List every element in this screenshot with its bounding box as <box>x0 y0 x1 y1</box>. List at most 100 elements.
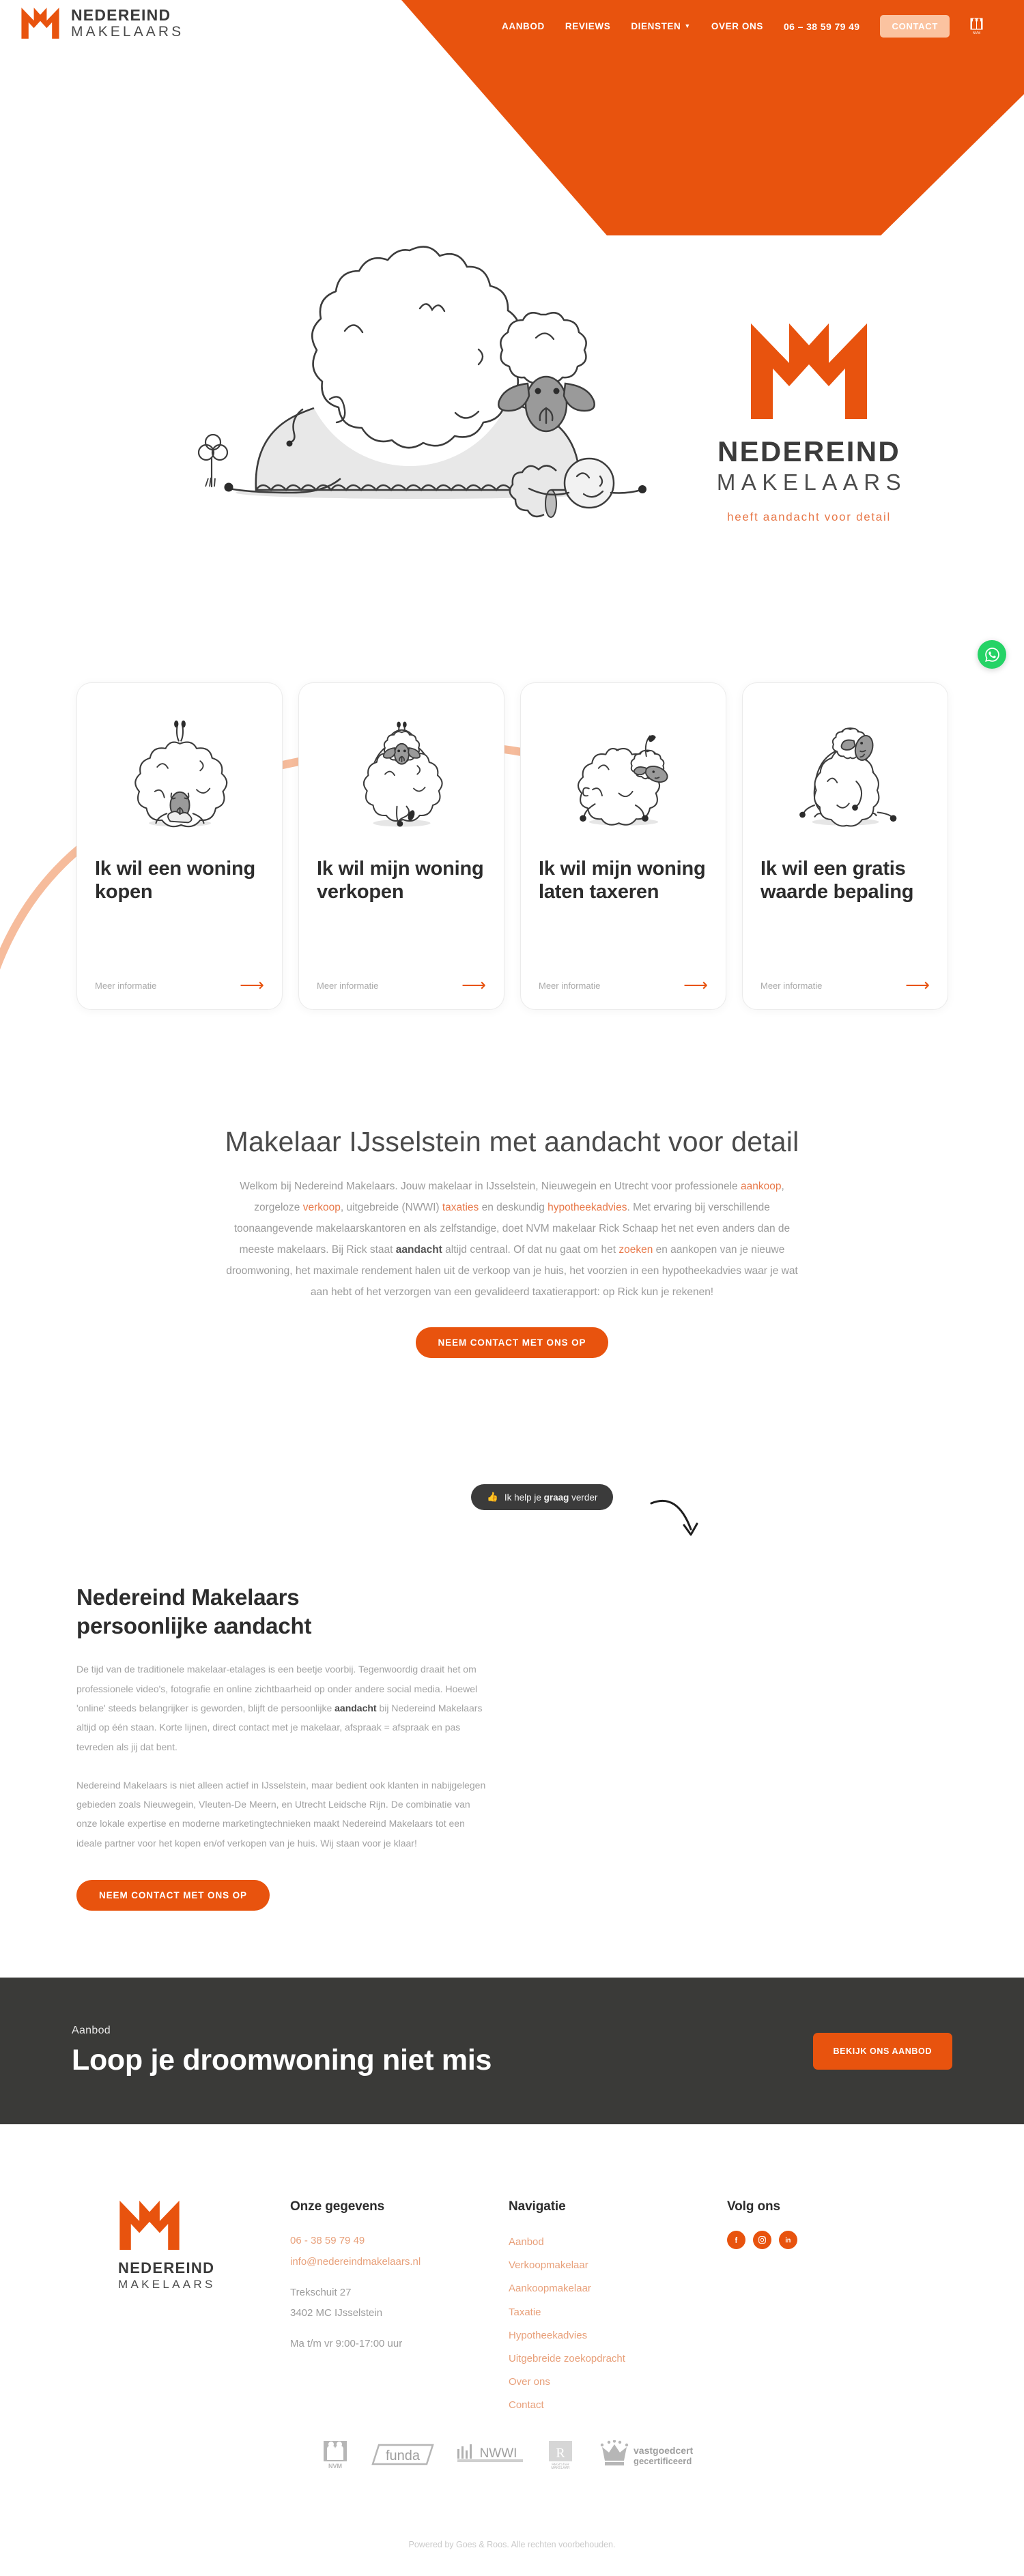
card-title: Ik wil mijn woning laten taxeren <box>539 858 706 903</box>
thumbs-up-icon: 👍 <box>487 1492 498 1502</box>
svg-text:R: R <box>556 2446 565 2461</box>
intro-paragraph: Welkom bij Nedereind Makelaars. Jouw mak… <box>218 1176 806 1303</box>
logo-name: NEDEREIND <box>71 6 171 24</box>
whatsapp-icon <box>984 647 999 662</box>
card-footer[interactable]: Meer informatie ⟶ <box>95 968 264 994</box>
hero-brand-name: NEDEREIND <box>717 435 901 467</box>
text-run: en deskundig <box>479 1202 548 1213</box>
hero-brand-lockup: NEDEREIND MAKELAARS heeft aandacht voor … <box>672 321 945 524</box>
nav-label: AANBOD <box>502 21 545 31</box>
service-card-kopen[interactable]: Ik wil een woning kopen Meer informatie … <box>76 682 283 1010</box>
card-footer[interactable]: Meer informatie ⟶ <box>539 968 708 994</box>
card-title: Ik wil mijn woning verkopen <box>317 858 484 903</box>
footer-heading-navigatie: Navigatie <box>509 2199 566 2214</box>
card-more-label: Meer informatie <box>317 981 379 991</box>
nwwi-logo: NWWI <box>457 2444 523 2462</box>
nav-label: REVIEWS <box>565 21 611 31</box>
curved-arrow-icon <box>650 1499 698 1536</box>
nav-phone-number[interactable]: 06 – 38 59 79 49 <box>784 21 860 32</box>
footer-nav-link[interactable]: Contact <box>509 2394 727 2417</box>
card-illustration-sheep-measuring <box>539 702 708 851</box>
hero-sheep-illustration <box>147 225 652 519</box>
nav-label: OVER ONS <box>711 21 763 31</box>
emphasis-text: aandacht <box>395 1244 442 1256</box>
chat-help-bubble[interactable]: 👍 Ik help je graag verder <box>471 1484 614 1510</box>
site-footer: NEDEREIND MAKELAARS Onze gegevens 06 - 3… <box>0 2124 1024 2576</box>
arrow-right-icon: ⟶ <box>240 976 264 995</box>
about-title-line1: Nedereind Makelaars <box>76 1584 300 1610</box>
inline-link[interactable]: aankoop <box>741 1181 781 1192</box>
nav-item-over-ons[interactable]: OVER ONS <box>711 21 763 31</box>
service-card-waardebepaling[interactable]: Ik wil een gratis waarde bepaling Meer i… <box>742 682 948 1010</box>
card-more-label: Meer informatie <box>760 981 823 991</box>
nav-label: DIENSTEN <box>631 21 681 31</box>
footer-column-volg-ons: Volg ons <box>727 2199 945 2418</box>
nav-item-reviews[interactable]: REVIEWS <box>565 21 610 31</box>
card-title: Ik wil een gratis waarde bepaling <box>760 858 914 903</box>
nvm-icon[interactable]: NVM <box>970 18 983 35</box>
about-cta-button[interactable]: NEEM CONTACT MET ONS OP <box>76 1879 270 1911</box>
banner-cta-button[interactable]: BEKIJK ONS AANBOD <box>812 2032 952 2070</box>
svg-text:gecertificeerd: gecertificeerd <box>634 2456 692 2466</box>
whatsapp-float-button[interactable] <box>978 640 1006 669</box>
inline-link[interactable]: taxaties <box>442 1202 479 1213</box>
svg-text:NWWI: NWWI <box>480 2446 517 2461</box>
nedereind-logo-mark <box>751 323 867 419</box>
footer-nav-link[interactable]: Aanbod <box>509 2231 727 2254</box>
footer-nav-link[interactable]: Taxatie <box>509 2301 727 2324</box>
intro-cta-button[interactable]: NEEM CONTACT MET ONS OP <box>415 1327 609 1358</box>
service-card-taxeren[interactable]: Ik wil mijn woning laten taxeren Meer in… <box>520 682 726 1010</box>
card-more-label: Meer informatie <box>95 981 157 991</box>
about-paragraph-2: Nedereind Makelaars is niet alleen actie… <box>76 1779 486 1849</box>
nav-item-aanbod[interactable]: AANBOD <box>502 21 545 31</box>
footer-email[interactable]: info@nedereindmakelaars.nl <box>290 2252 509 2273</box>
service-card-verkopen[interactable]: Ik wil mijn woning verkopen Meer informa… <box>298 682 504 1010</box>
card-footer[interactable]: Meer informatie ⟶ <box>760 968 930 994</box>
card-illustration-sheep-dancing <box>317 702 486 851</box>
funda-logo: funda <box>371 2444 434 2465</box>
footer-nav-link[interactable]: Uitgebreide zoekopdracht <box>509 2347 727 2371</box>
footer-heading-gegevens: Onze gegevens <box>290 2199 385 2214</box>
nav-contact-button[interactable]: CONTACT <box>880 15 950 38</box>
instagram-icon[interactable] <box>753 2231 771 2249</box>
footer-nav-link[interactable]: Hypotheekadvies <box>509 2324 727 2347</box>
chevron-down-icon: ▼ <box>684 23 691 29</box>
footer-column-gegevens: Onze gegevens 06 - 38 59 79 49 info@nede… <box>290 2199 509 2418</box>
svg-text:vastgoedcert: vastgoedcert <box>634 2445 693 2456</box>
chat-text: Ik help je graag verder <box>504 1492 598 1503</box>
card-illustration-sheep-sitting <box>760 702 930 851</box>
intro-section: Makelaar IJsselstein met aandacht voor d… <box>0 1126 1024 1358</box>
vastgoedcert-logo: vastgoedcert gecertificeerd <box>600 2440 693 2466</box>
linkedin-icon[interactable] <box>779 2231 797 2249</box>
hero-brand-sub: MAKELAARS <box>716 469 907 495</box>
footer-phone[interactable]: 06 - 38 59 79 49 <box>290 2231 509 2252</box>
logo-sub: MAKELAARS <box>71 24 184 40</box>
footer-logo-block: NEDEREIND MAKELAARS <box>72 2199 290 2418</box>
register-makelaar-logo: R REGISTER MAKELAAR <box>549 2441 572 2470</box>
footer-column-navigatie: Navigatie Aanbod Verkoopmakelaar Aankoopma… <box>509 2199 727 2418</box>
inline-link[interactable]: zoeken <box>618 1244 653 1256</box>
footer-city: 3402 MC IJsselstein <box>290 2307 383 2319</box>
site-logo[interactable]: NEDEREIND MAKELAARS <box>19 7 184 40</box>
footer-nav-list: Aanbod Verkoopmakelaar Aankoopmakelaar Taxa… <box>509 2231 727 2418</box>
main-navigation: AANBOD REVIEWS DIENSTEN ▼ OVER ONS 06 – … <box>502 15 983 38</box>
arrow-right-icon: ⟶ <box>905 976 930 995</box>
inline-link[interactable]: verkoop <box>303 1202 341 1213</box>
inline-link[interactable]: hypotheekadvies <box>547 1202 627 1213</box>
footer-brand-sub: MAKELAARS <box>118 2278 216 2291</box>
nedereind-logo-mark <box>119 2201 180 2250</box>
banner-eyebrow: Aanbod <box>72 2025 111 2036</box>
footer-nav-link[interactable]: Over ons <box>509 2371 727 2394</box>
text-run: , uitgebreide (NWWI) <box>340 1202 442 1213</box>
copyright-text: Powered by Goes & Roos. Alle rechten voo… <box>408 2540 616 2549</box>
arrow-right-icon: ⟶ <box>683 976 708 995</box>
hero-tagline: heeft aandacht voor detail <box>727 510 891 523</box>
facebook-icon[interactable] <box>727 2231 745 2249</box>
footer-nav-link[interactable]: Aankoopmakelaar <box>509 2277 727 2300</box>
footer-hours: Ma t/m vr 9:00-17:00 uur <box>290 2338 403 2349</box>
text-run: Welkom bij Nedereind Makelaars. Jouw mak… <box>240 1181 741 1192</box>
card-footer[interactable]: Meer informatie ⟶ <box>317 968 486 994</box>
nav-item-diensten[interactable]: DIENSTEN ▼ <box>631 21 691 31</box>
footer-nav-link[interactable]: Verkoopmakelaar <box>509 2254 727 2277</box>
svg-text:MAKELAAR: MAKELAAR <box>551 2466 570 2470</box>
